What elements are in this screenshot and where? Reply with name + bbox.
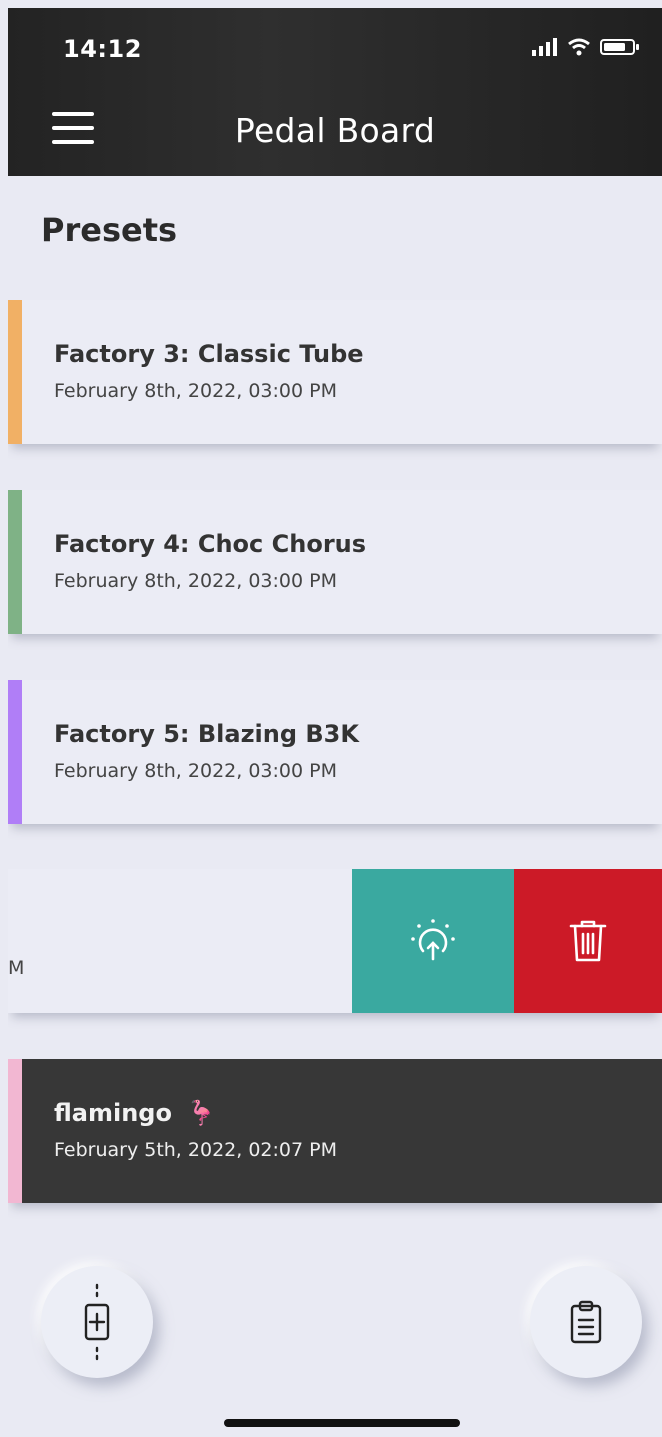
preset-color-stripe [8,300,22,444]
preset-name-text: flamingo [54,1099,172,1127]
preset-card[interactable]: Factory 3: Classic Tube February 8th, 20… [8,300,662,444]
preset-date: February 8th, 2022, 03:00 PM [54,760,337,782]
load-preset-icon [411,919,455,961]
preset-name: Factory 4: Choc Chorus [54,530,367,558]
clipboard-button[interactable] [530,1266,642,1378]
swiped-preset-row: M [8,869,662,1013]
app-frame: 14:12 Pedal Board Presets Factory 3: Cla… [8,8,662,1437]
preset-name: Factory 5: Blazing B3K [54,720,359,748]
preset-name: flamingo 🦩 [54,1099,216,1127]
flamingo-emoji: 🦩 [186,1099,217,1127]
wifi-icon [568,38,590,56]
clipboard-icon [570,1300,602,1344]
page-title: Pedal Board [234,111,436,150]
add-pedal-button[interactable] [41,1266,153,1378]
signal-icon [532,38,557,56]
selected-preset-card[interactable]: flamingo 🦩 February 5th, 2022, 02:07 PM [8,1059,662,1203]
preset-color-stripe [8,1059,22,1203]
app-header: 14:12 Pedal Board [8,8,662,176]
preset-color-stripe [8,490,22,634]
home-indicator [224,1419,460,1427]
preset-card[interactable]: Factory 4: Choc Chorus February 8th, 202… [8,490,662,634]
load-preset-button[interactable] [352,869,514,1013]
trash-icon [569,920,607,962]
preset-date: February 5th, 2022, 02:07 PM [54,1139,337,1161]
section-title: Presets [41,211,178,249]
preset-date: February 8th, 2022, 03:00 PM [54,380,337,402]
swiped-preset-content[interactable]: M [8,869,352,1013]
preset-name: Factory 3: Classic Tube [54,340,364,368]
add-pedal-icon [84,1283,110,1361]
battery-icon [600,39,639,55]
delete-preset-button[interactable] [514,869,662,1013]
preset-color-stripe [8,680,22,824]
status-time: 14:12 [63,35,142,63]
preset-date: February 8th, 2022, 03:00 PM [54,570,337,592]
preset-date-fragment: M [8,957,25,979]
status-icons [532,38,640,56]
preset-card[interactable]: Factory 5: Blazing B3K February 8th, 202… [8,680,662,824]
